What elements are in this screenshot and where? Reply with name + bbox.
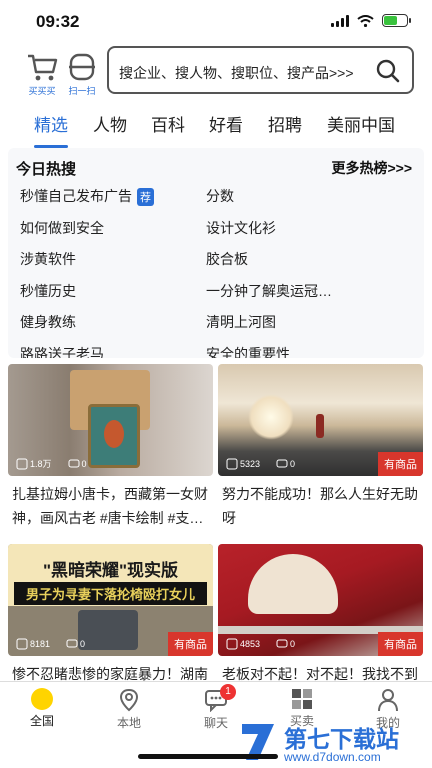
category-tabs: 精选 人物 百科 好看 招聘 美丽中国	[0, 104, 432, 148]
comment-count: 0	[68, 458, 87, 470]
video-stats: 1.8万 0	[16, 457, 87, 470]
comment-icon	[276, 459, 288, 468]
hot-search-panel: 今日热搜 更多热榜>>> 秒懂自己发布广告荐 如何做到安全 涉黄软件 秒懂历史 …	[8, 148, 424, 358]
like-icon	[16, 638, 28, 650]
hot-item[interactable]: 胶合板	[206, 249, 248, 269]
thumbnail-banner-title: "黑暗荣耀"现实版	[42, 561, 179, 580]
search-box[interactable]: 搜企业、搜人物、搜职位、搜产品>>>	[107, 46, 414, 94]
buy-button[interactable]: 买买买	[22, 52, 62, 97]
watermark-url: www.d7down.com	[284, 750, 381, 764]
like-icon	[226, 458, 238, 470]
recommend-badge: 荐	[137, 188, 154, 206]
like-icon	[16, 458, 28, 469]
video-card[interactable]: 1.8万 0 扎基拉姆小唐卡，西藏第一女财神，画风古老 #唐卡绘制 #支…	[8, 364, 213, 534]
tab-good-looks[interactable]: 好看	[209, 108, 243, 139]
comment-icon	[68, 459, 80, 467]
tab-selected[interactable]: 精选	[34, 108, 68, 148]
video-thumbnail: 5323 0 有商品	[218, 364, 423, 476]
top-bar: 买买买 扫一扫 搜企业、搜人物、搜职位、搜产品>>>	[0, 46, 432, 102]
comment-icon	[276, 639, 288, 648]
search-placeholder: 搜企业、搜人物、搜职位、搜产品>>>	[119, 65, 354, 81]
card-title: 努力不能成功！那么人生好无助呀	[222, 486, 418, 526]
tab-jobs[interactable]: 招聘	[268, 108, 302, 139]
home-indicator[interactable]	[138, 754, 278, 759]
like-count: 8181	[16, 638, 50, 650]
like-count: 5323	[226, 458, 260, 470]
product-badge: 有商品	[378, 452, 423, 476]
nav-chat[interactable]: 1 聊天	[186, 684, 246, 731]
hot-item[interactable]: 秒懂自己发布广告荐	[20, 186, 154, 206]
video-thumbnail: 1.8万 0	[8, 364, 213, 476]
watermark-name: 第七下载站	[284, 726, 399, 752]
hot-item[interactable]: 健身教练	[20, 312, 76, 332]
hot-item[interactable]: 分数	[206, 186, 234, 206]
hot-item[interactable]: 清明上河图	[206, 312, 276, 332]
grid-icon	[292, 689, 312, 709]
scan-label: 扫一扫	[68, 86, 96, 96]
product-badge: 有商品	[168, 632, 213, 656]
search-icon[interactable]	[376, 59, 400, 83]
like-count: 4853	[226, 638, 260, 650]
video-thumbnail: 4853 0 有商品	[218, 544, 423, 656]
video-stats: 4853 0	[226, 638, 295, 650]
status-icons	[331, 14, 411, 27]
hot-item[interactable]: 涉黄软件	[20, 249, 76, 269]
comment-count: 0	[276, 638, 295, 650]
site-watermark: 第七下载站 www.d7down.com	[238, 716, 432, 768]
signal-icon	[331, 14, 349, 27]
hot-item[interactable]: 安全的重要性	[206, 344, 290, 358]
like-icon	[226, 638, 238, 650]
video-card[interactable]: 5323 0 有商品 努力不能成功！那么人生好无助呀	[218, 364, 423, 534]
comment-icon	[66, 639, 78, 648]
scan-button[interactable]: 扫一扫	[62, 52, 102, 97]
user-icon	[378, 689, 398, 712]
status-bar: 09:32	[0, 0, 432, 44]
comment-count: 0	[276, 458, 295, 470]
video-stats: 5323 0	[226, 458, 295, 470]
like-count: 1.8万	[16, 457, 52, 470]
tab-beautiful-china[interactable]: 美丽中国	[327, 108, 395, 139]
hot-item[interactable]: 设计文化衫	[206, 218, 276, 238]
video-stats: 8181 0	[16, 638, 85, 650]
nav-label: 全国	[29, 714, 54, 728]
card-title: 扎基拉姆小唐卡，西藏第一女财神，画风古老 #唐卡绘制 #支…	[12, 486, 208, 526]
thumbnail-banner-subtitle: 男子为寻妻下落抡椅殴打女儿	[14, 582, 207, 605]
hot-search-title: 今日热搜	[16, 161, 77, 178]
product-badge: 有商品	[378, 632, 423, 656]
tab-people[interactable]: 人物	[93, 108, 127, 139]
nav-label: 本地	[116, 716, 141, 730]
location-icon	[119, 688, 139, 712]
hot-item[interactable]: 路路送子老马	[20, 344, 104, 358]
chat-notification-badge: 1	[220, 684, 236, 700]
nav-national[interactable]: 全国	[12, 688, 72, 729]
hot-item[interactable]: 如何做到安全	[20, 218, 104, 238]
battery-icon	[382, 14, 411, 27]
comment-count: 0	[66, 638, 85, 650]
status-time: 09:32	[36, 12, 80, 31]
cart-icon	[28, 54, 58, 81]
hot-item[interactable]: 秒懂历史	[20, 281, 76, 301]
hot-item[interactable]: 一分钟了解奥运冠…	[206, 281, 332, 301]
video-thumbnail: "黑暗荣耀"现实版 男子为寻妻下落抡椅殴打女儿 8181 0 有商品	[8, 544, 213, 656]
home-dot-icon	[31, 688, 53, 710]
nav-label: 聊天	[203, 716, 228, 730]
wifi-icon	[357, 14, 374, 27]
tab-encyclopedia[interactable]: 百科	[151, 108, 185, 139]
nav-local[interactable]: 本地	[99, 688, 159, 731]
buy-label: 买买买	[28, 86, 56, 96]
scan-icon	[69, 53, 95, 81]
more-hot-link[interactable]: 更多热榜>>>	[331, 158, 412, 178]
